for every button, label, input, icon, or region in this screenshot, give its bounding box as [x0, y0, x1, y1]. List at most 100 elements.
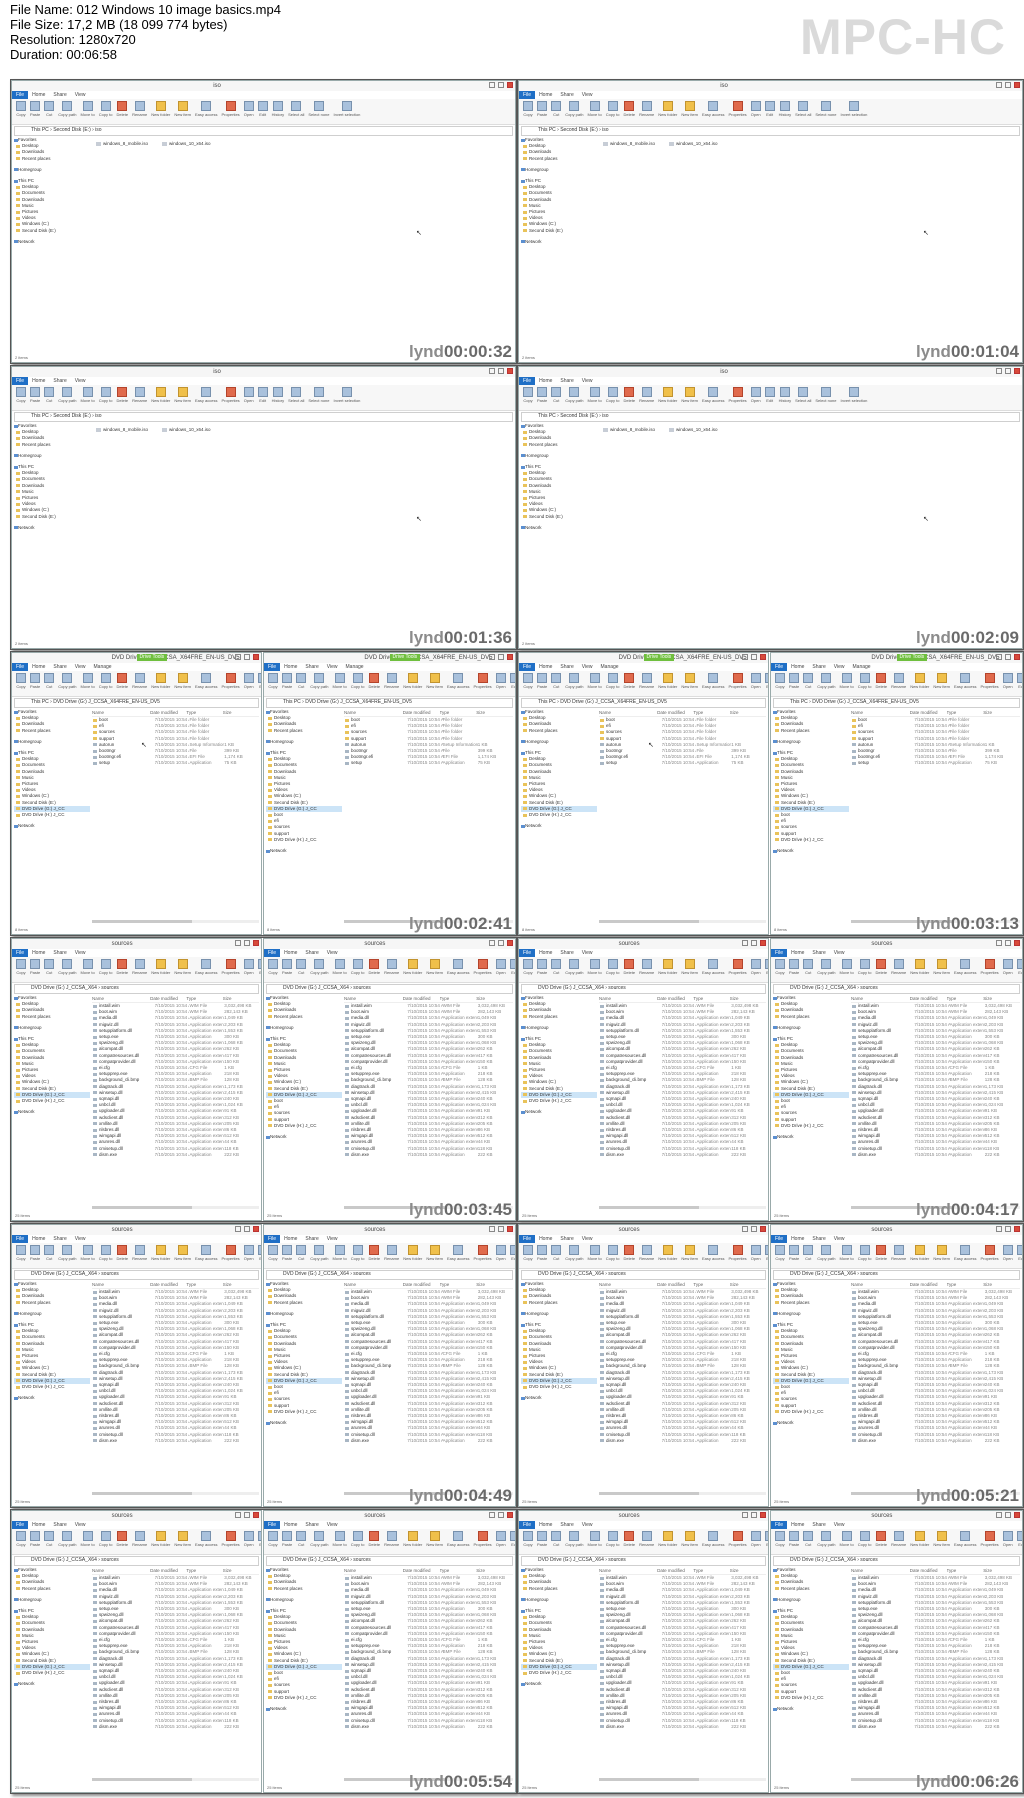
nav-item[interactable]: Recent places: [773, 1586, 849, 1592]
column-header[interactable]: Type: [947, 709, 984, 716]
ribbon-button[interactable]: Properties: [221, 387, 240, 408]
ribbon-button[interactable]: Properties: [980, 673, 999, 694]
table-row[interactable]: dism.exe7/10/2015 10:54 AMApplication222…: [344, 1438, 513, 1444]
column-header[interactable]: Size: [476, 995, 513, 1002]
tab-view[interactable]: View: [830, 663, 849, 671]
ribbon-button[interactable]: Properties: [221, 1245, 240, 1266]
ribbon-button[interactable]: Easy access: [702, 959, 724, 980]
column-header[interactable]: Type: [186, 1567, 222, 1574]
ribbon-button[interactable]: Copy to: [606, 101, 620, 122]
ribbon-button[interactable]: History: [779, 387, 791, 408]
ribbon-button[interactable]: Delete: [117, 101, 128, 122]
drive-tools-tab[interactable]: Drive Tools: [643, 654, 675, 661]
tab-manage[interactable]: Manage: [597, 663, 623, 671]
ribbon-button[interactable]: New item: [426, 1245, 443, 1266]
tab-home[interactable]: Home: [787, 1235, 808, 1243]
ribbon-button[interactable]: Properties: [221, 673, 240, 694]
horizontal-scrollbar[interactable]: [599, 1492, 766, 1495]
nav-item[interactable]: Network: [773, 1706, 849, 1712]
ribbon-button[interactable]: New folder: [151, 387, 170, 408]
ribbon-button[interactable]: Cut: [551, 673, 562, 694]
ribbon-button[interactable]: History: [272, 387, 284, 408]
minimize-button[interactable]: [235, 654, 241, 660]
nav-item[interactable]: DVD Drive (H:) J_CC: [521, 1670, 597, 1676]
ribbon-button[interactable]: Copy to: [351, 959, 365, 980]
ribbon-button[interactable]: New item: [426, 1531, 443, 1552]
file-item[interactable]: windows_8_mobile.iso: [96, 140, 148, 147]
nav-item[interactable]: Network: [14, 1681, 90, 1687]
address-bar[interactable]: DVD Drive (G:) J_CCSA_X64 › sources: [14, 984, 259, 994]
column-header[interactable]: Size: [983, 995, 1020, 1002]
column-header[interactable]: Date modified: [150, 995, 186, 1002]
column-header[interactable]: Date modified: [150, 1567, 186, 1574]
ribbon-button[interactable]: Invert selection: [334, 101, 360, 122]
ribbon-button[interactable]: New item: [681, 673, 698, 694]
tab-home[interactable]: Home: [28, 663, 49, 671]
nav-item[interactable]: Network: [266, 848, 342, 854]
tab-view[interactable]: View: [71, 91, 90, 99]
ribbon-button[interactable]: Rename: [891, 1531, 906, 1552]
ribbon-button[interactable]: Copy to: [99, 387, 113, 408]
minimize-button[interactable]: [996, 1512, 1002, 1518]
tab-home[interactable]: Home: [787, 1521, 808, 1529]
tab-share[interactable]: Share: [301, 949, 322, 957]
maximize-button[interactable]: [751, 654, 757, 660]
ribbon-button[interactable]: Move to: [80, 959, 95, 980]
tab-view[interactable]: View: [71, 1521, 90, 1529]
ribbon-button[interactable]: Move to: [80, 673, 95, 694]
ribbon-button[interactable]: Delete: [624, 1531, 635, 1552]
address-bar[interactable]: This PC › DVD Drive (G:) J_CCSA_X64FRE_E…: [521, 698, 766, 708]
ribbon-button[interactable]: Delete: [876, 673, 887, 694]
ribbon-button[interactable]: Edit: [764, 1531, 768, 1552]
ribbon-button[interactable]: Paste: [537, 1245, 547, 1266]
ribbon-button[interactable]: Copy: [523, 1245, 533, 1266]
tab-file[interactable]: File: [519, 949, 536, 957]
tab-home[interactable]: Home: [28, 1235, 49, 1243]
tab-share[interactable]: Share: [49, 377, 70, 385]
column-header[interactable]: Date modified: [657, 1281, 693, 1288]
minimize-button[interactable]: [742, 940, 748, 946]
column-header[interactable]: Name: [599, 1567, 657, 1574]
table-row[interactable]: dism.exe7/10/2015 10:54 AMApplication222…: [851, 1152, 1020, 1158]
ribbon-button[interactable]: Cut: [296, 959, 307, 980]
ribbon-button[interactable]: Edit: [1016, 959, 1022, 980]
ribbon-button[interactable]: New item: [426, 673, 443, 694]
horizontal-scrollbar[interactable]: [599, 920, 766, 923]
tab-file[interactable]: File: [519, 1235, 536, 1243]
nav-item[interactable]: DVD Drive (H:) J_CC: [14, 812, 90, 818]
ribbon-button[interactable]: Select none: [815, 101, 837, 122]
ribbon-button[interactable]: Copy to: [99, 673, 113, 694]
column-header[interactable]: Type: [440, 1281, 477, 1288]
tab-file[interactable]: File: [771, 1521, 788, 1529]
column-header[interactable]: Type: [693, 995, 729, 1002]
ribbon-button[interactable]: Rename: [891, 1245, 906, 1266]
maximize-button[interactable]: [498, 82, 504, 88]
tab-share[interactable]: Share: [808, 1521, 829, 1529]
column-header[interactable]: Size: [730, 995, 766, 1002]
ribbon-button[interactable]: Rename: [639, 1531, 654, 1552]
ribbon-button[interactable]: Properties: [473, 959, 492, 980]
nav-item[interactable]: Homegroup: [773, 739, 849, 745]
ribbon-button[interactable]: Paste: [30, 1531, 40, 1552]
ribbon-button[interactable]: Cut: [803, 1245, 814, 1266]
tab-share[interactable]: Share: [808, 949, 829, 957]
ribbon-button[interactable]: Easy access: [954, 1245, 976, 1266]
ribbon-button[interactable]: Cut: [803, 1531, 814, 1552]
minimize-button[interactable]: [742, 1226, 748, 1232]
ribbon-button[interactable]: Easy access: [195, 673, 217, 694]
tab-manage[interactable]: Manage: [90, 663, 116, 671]
nav-item[interactable]: DVD Drive (H:) J_CC: [773, 837, 849, 843]
ribbon-button[interactable]: Rename: [384, 1531, 399, 1552]
ribbon-button[interactable]: New folder: [658, 387, 677, 408]
ribbon-button[interactable]: Paste: [282, 673, 292, 694]
column-header[interactable]: Name: [92, 1567, 150, 1574]
table-row[interactable]: setup7/10/2015 10:54 AMApplication75 KB: [344, 760, 513, 766]
ribbon-button[interactable]: Open: [243, 1531, 254, 1552]
maximize-button[interactable]: [244, 940, 250, 946]
ribbon-button[interactable]: Move to: [80, 1245, 95, 1266]
address-bar[interactable]: This PC › DVD Drive (G:) J_CCSA_X64FRE_E…: [266, 698, 513, 708]
ribbon-button[interactable]: Open: [1002, 959, 1013, 980]
address-bar[interactable]: This PC › Second Disk (E:) › iso: [521, 412, 1020, 422]
nav-item[interactable]: Homegroup: [773, 1025, 849, 1031]
close-button[interactable]: [760, 654, 766, 660]
